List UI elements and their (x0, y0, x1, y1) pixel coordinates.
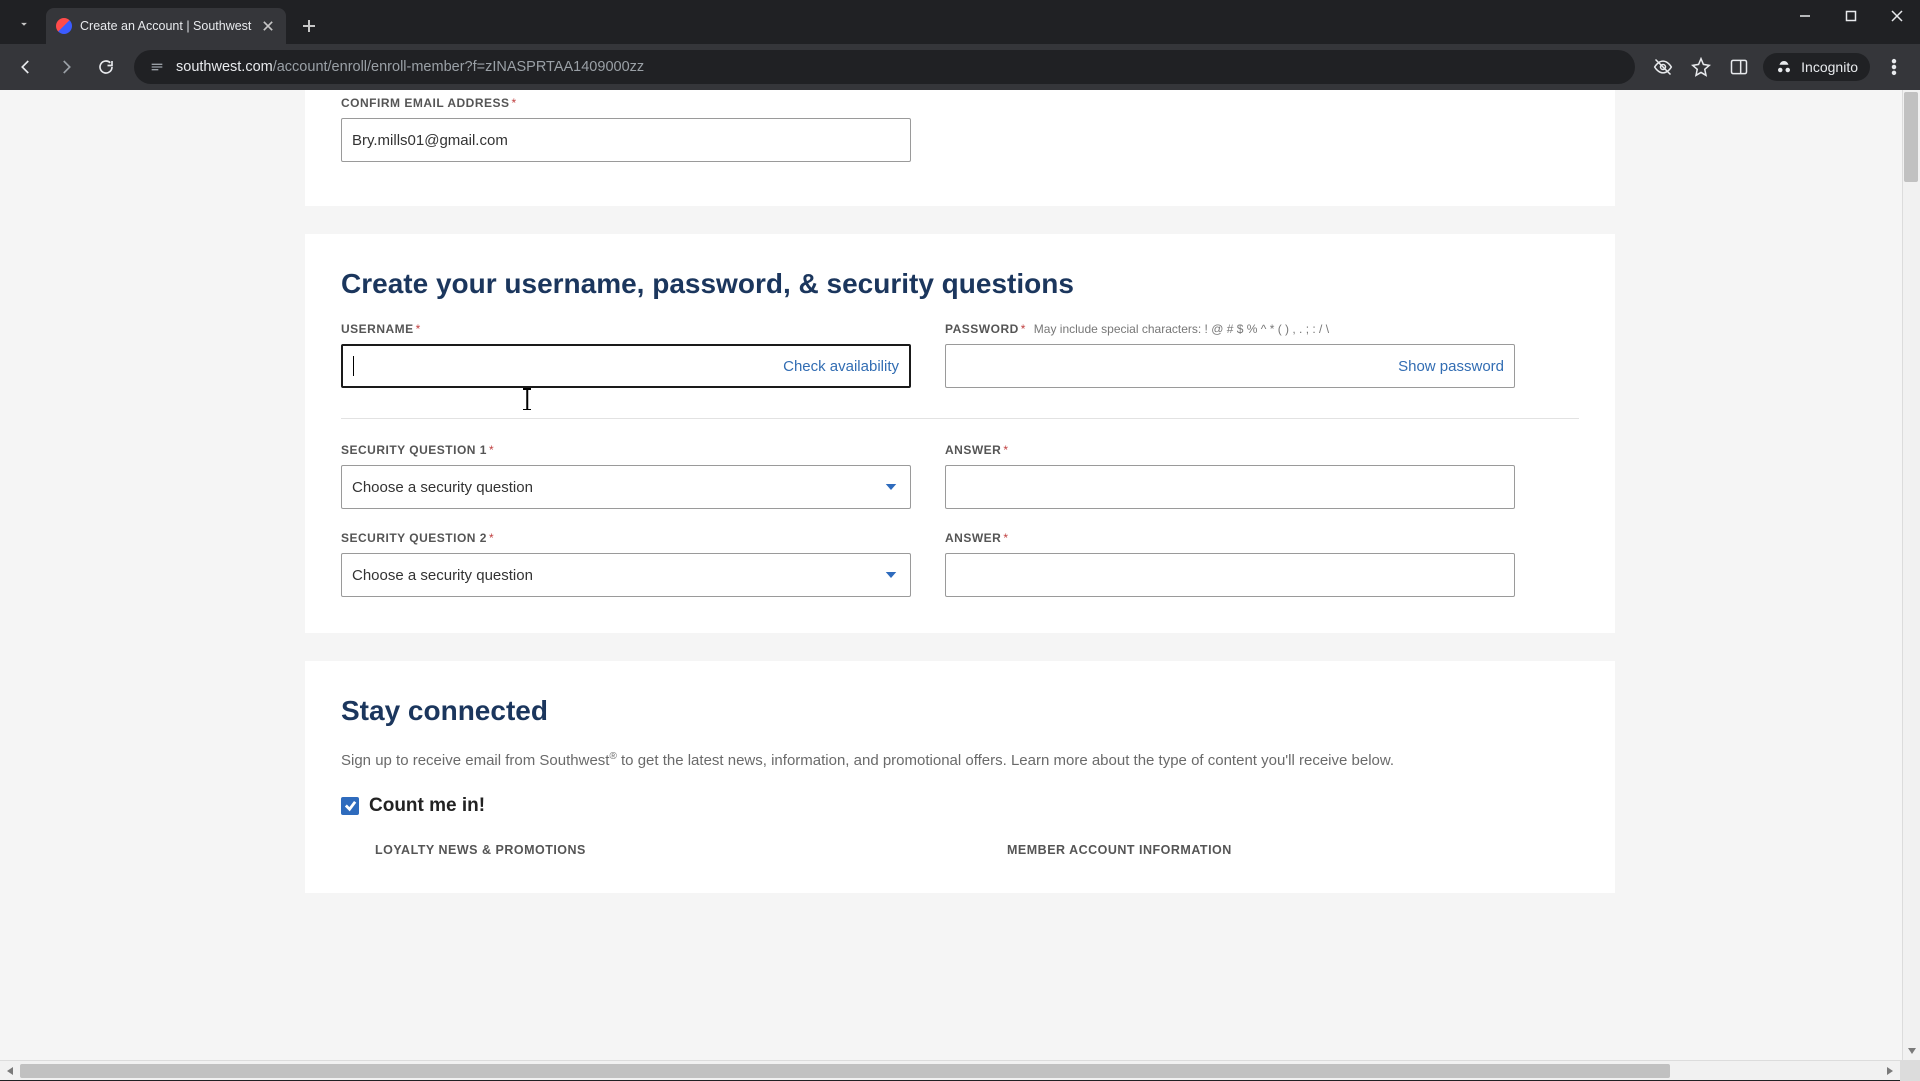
side-panel-icon[interactable] (1721, 49, 1757, 85)
new-tab-button[interactable] (294, 11, 324, 41)
vertical-scrollbar[interactable] (1902, 90, 1920, 1060)
username-label: USERNAME* (341, 322, 911, 336)
username-input[interactable]: Check availability (341, 344, 911, 388)
forward-button[interactable] (48, 49, 84, 85)
answer-2-field: ANSWER* (945, 531, 1515, 597)
credentials-heading: Create your username, password, & securi… (341, 268, 1579, 300)
scroll-left-arrow[interactable] (0, 1061, 20, 1081)
browser-chrome: Create an Account | Southwest southwest.… (0, 0, 1920, 90)
eye-off-icon[interactable] (1645, 49, 1681, 85)
security-question-2-field: SECURITY QUESTION 2* Choose a security q… (341, 531, 911, 597)
url-text: southwest.com/account/enroll/enroll-memb… (176, 59, 644, 75)
answer2-input[interactable] (945, 553, 1515, 597)
sq2-selected-text: Choose a security question (352, 567, 533, 584)
close-window-button[interactable] (1874, 0, 1920, 32)
url-field[interactable]: southwest.com/account/enroll/enroll-memb… (134, 50, 1635, 84)
password-field: PASSWORD* May include special characters… (945, 322, 1515, 388)
tab-close-button[interactable] (260, 18, 276, 34)
incognito-icon (1775, 58, 1793, 76)
count-me-in-label: Count me in! (369, 795, 485, 817)
vertical-scroll-thumb[interactable] (1904, 92, 1918, 182)
stay-heading: Stay connected (341, 695, 1579, 727)
answer-1-field: ANSWER* (945, 443, 1515, 509)
security-question-1-field: SECURITY QUESTION 1* Choose a security q… (341, 443, 911, 509)
answer1-input[interactable] (945, 465, 1515, 509)
count-me-in-checkbox[interactable] (341, 797, 359, 815)
incognito-indicator[interactable]: Incognito (1763, 53, 1870, 81)
sq2-select[interactable]: Choose a security question (341, 553, 911, 597)
incognito-label: Incognito (1801, 59, 1858, 75)
chevron-down-icon (882, 478, 900, 496)
chevron-down-icon (882, 566, 900, 584)
sq2-label: SECURITY QUESTION 2* (341, 531, 911, 545)
scroll-corner (1900, 1061, 1920, 1081)
scroll-right-arrow[interactable] (1880, 1061, 1900, 1081)
confirm-email-label: CONFIRM EMAIL ADDRESS* (341, 96, 911, 110)
answer1-label: ANSWER* (945, 443, 1515, 457)
show-password-link[interactable]: Show password (1390, 358, 1504, 375)
username-field: USERNAME* Check availability (341, 322, 911, 388)
loyalty-news-heading: LOYALTY NEWS & PROMOTIONS (375, 843, 947, 857)
credentials-card: Create your username, password, & securi… (305, 234, 1615, 633)
sq1-selected-text: Choose a security question (352, 479, 533, 496)
email-card: CONFIRM EMAIL ADDRESS* (305, 90, 1615, 206)
sq1-label: SECURITY QUESTION 1* (341, 443, 911, 457)
reload-button[interactable] (88, 49, 124, 85)
window-controls (1782, 0, 1920, 44)
member-info-heading: MEMBER ACCOUNT INFORMATION (1007, 843, 1579, 857)
sq1-select[interactable]: Choose a security question (341, 465, 911, 509)
tab-search-button[interactable] (8, 8, 40, 40)
maximize-button[interactable] (1828, 0, 1874, 32)
page-scroll-region[interactable]: CONFIRM EMAIL ADDRESS* Create your usern… (0, 90, 1920, 1060)
page-viewport: CONFIRM EMAIL ADDRESS* Create your usern… (0, 90, 1920, 1060)
password-input[interactable]: Show password (945, 344, 1515, 388)
favicon (56, 18, 72, 34)
check-availability-link[interactable]: Check availability (775, 358, 899, 375)
site-info-icon[interactable] (148, 58, 166, 76)
tab-bar: Create an Account | Southwest (0, 0, 1920, 44)
stay-description: Sign up to receive email from Southwest®… (341, 749, 1579, 773)
browser-tab[interactable]: Create an Account | Southwest (46, 8, 286, 44)
answer2-label: ANSWER* (945, 531, 1515, 545)
confirm-email-input[interactable] (341, 118, 911, 162)
horizontal-scroll-thumb[interactable] (20, 1064, 1670, 1078)
bookmark-star-icon[interactable] (1683, 49, 1719, 85)
count-me-in-row[interactable]: Count me in! (341, 795, 1579, 817)
tab-title: Create an Account | Southwest (80, 19, 254, 33)
scroll-down-arrow[interactable] (1903, 1042, 1920, 1060)
back-button[interactable] (8, 49, 44, 85)
divider (341, 418, 1579, 419)
address-bar: southwest.com/account/enroll/enroll-memb… (0, 44, 1920, 90)
horizontal-scrollbar[interactable] (0, 1060, 1920, 1080)
stay-connected-card: Stay connected Sign up to receive email … (305, 661, 1615, 893)
minimize-button[interactable] (1782, 0, 1828, 32)
kebab-menu-icon[interactable] (1876, 49, 1912, 85)
password-label: PASSWORD* May include special characters… (945, 322, 1515, 336)
